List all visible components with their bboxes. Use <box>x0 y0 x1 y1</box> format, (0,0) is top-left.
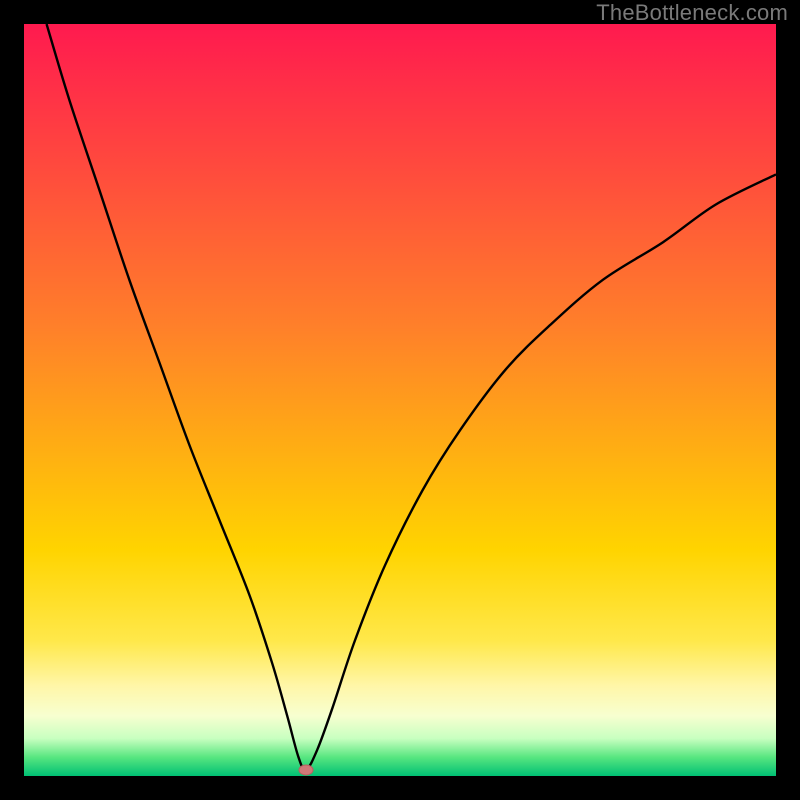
bottleneck-chart <box>24 24 776 776</box>
minimum-marker <box>299 765 313 775</box>
gradient-background <box>24 24 776 776</box>
chart-frame: TheBottleneck.com <box>0 0 800 800</box>
chart-svg <box>24 24 776 776</box>
watermark-text: TheBottleneck.com <box>596 0 788 26</box>
